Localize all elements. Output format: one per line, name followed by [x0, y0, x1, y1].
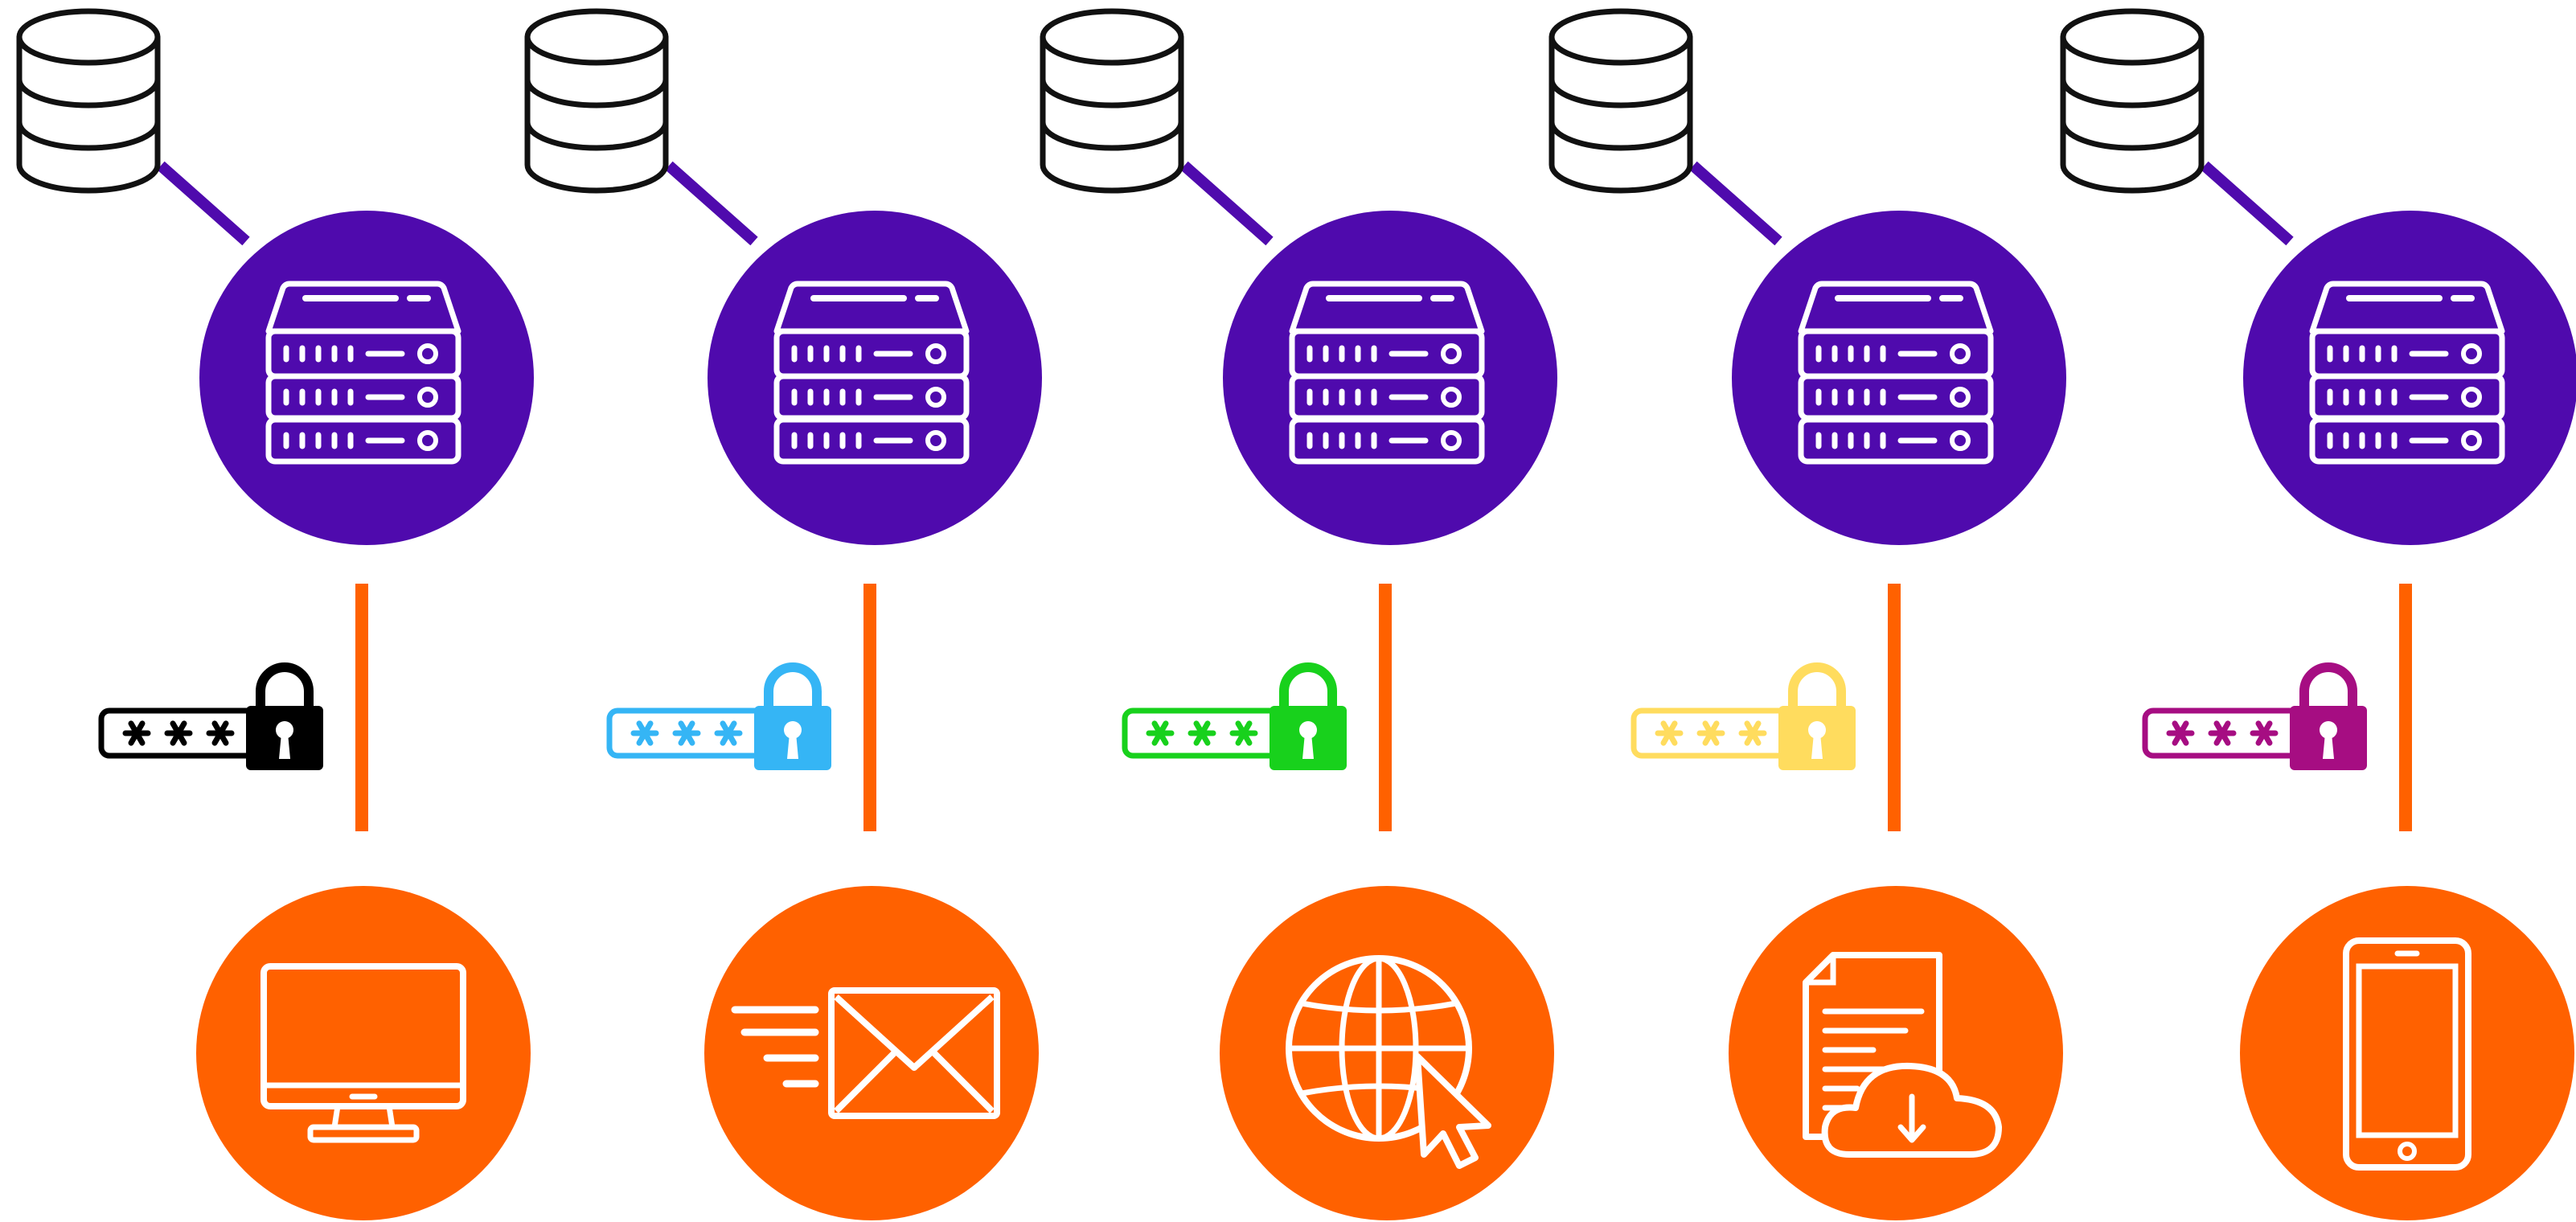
client-circle — [196, 886, 531, 1220]
password-lock-icon — [1631, 662, 1856, 770]
network-security-diagram — [16, 8, 2576, 1220]
database-connector — [1689, 161, 1782, 246]
database-icon — [2060, 8, 2205, 194]
column-email — [524, 8, 1042, 1220]
client-circle — [1729, 886, 2063, 1220]
password-lock-icon — [98, 662, 323, 770]
database-icon — [524, 8, 669, 194]
column-cloud-document — [1548, 8, 2066, 1220]
column-web — [1040, 8, 1557, 1220]
password-lock-icon — [606, 662, 831, 770]
password-lock-icon — [1122, 662, 1347, 770]
database-connector — [1180, 161, 1274, 246]
database-icon — [16, 8, 161, 194]
database-icon — [1040, 8, 1184, 194]
database-connector — [2201, 161, 2294, 246]
column-desktop — [16, 8, 534, 1220]
password-lock-icon — [2142, 662, 2367, 770]
database-icon — [1548, 8, 1693, 194]
client-circle — [1220, 886, 1554, 1220]
column-mobile — [2060, 8, 2576, 1220]
client-circle — [704, 886, 1039, 1220]
database-connector — [665, 161, 758, 246]
database-connector — [157, 161, 250, 246]
